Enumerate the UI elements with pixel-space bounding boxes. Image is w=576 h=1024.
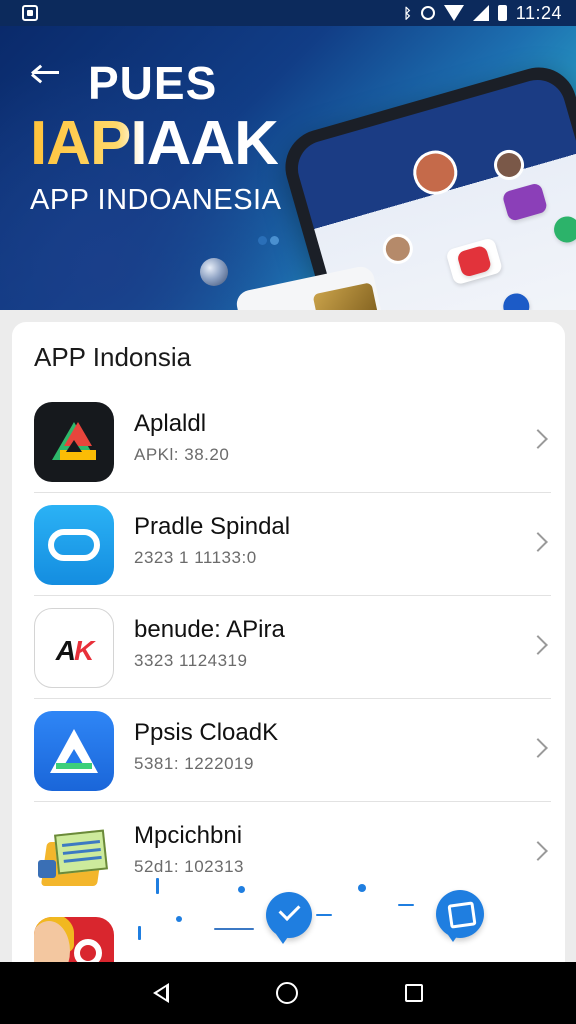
divider — [316, 914, 332, 916]
dot-decoration — [176, 916, 182, 922]
bluetooth-icon: ᛒ — [403, 5, 412, 21]
status-icons: ᛒ 11:24 — [403, 3, 562, 24]
navigation-bar — [0, 962, 576, 1024]
dot-decoration — [270, 236, 279, 245]
app-meta: 52d1: 102313 — [134, 857, 244, 876]
hero-banner: PUES IAPIAAK APP INDOANESIA — [0, 26, 576, 310]
app-name: Aplaldl — [134, 410, 207, 437]
list-item[interactable]: Pradle Spindal 2323 1 11133:0 — [12, 493, 565, 596]
folder-icon — [34, 814, 114, 894]
chevron-right-icon — [528, 429, 548, 449]
chevron-right-icon — [528, 532, 548, 552]
notification-icon — [22, 5, 38, 21]
status-bar: ᛒ 11:24 — [0, 0, 576, 26]
chat-bubble-icon[interactable] — [436, 890, 484, 938]
mock-card — [550, 213, 576, 246]
avatar — [379, 230, 417, 268]
orb-decoration — [200, 258, 228, 286]
nav-home-icon[interactable] — [275, 982, 298, 1004]
list-item[interactable]: Ppsis CloadK 5381: 1222019 — [12, 699, 565, 802]
app-name: Mpcichbni — [134, 822, 243, 849]
status-time: 11:24 — [515, 2, 562, 23]
alarm-icon — [420, 6, 435, 20]
signal-icon — [472, 5, 489, 21]
app-meta: 2323 1 11133:0 — [134, 548, 257, 567]
list-item[interactable]: Mpcichbni 52d1: 102313 — [12, 802, 565, 905]
app-meta: 3323 1124319 — [134, 651, 248, 670]
app-meta: APKl: 38.20 — [134, 445, 230, 464]
list-title: APP Indonsia — [34, 342, 192, 372]
dot-decoration — [238, 886, 245, 893]
battery-icon — [497, 5, 507, 21]
avatar — [408, 145, 463, 200]
wifi-icon — [443, 5, 464, 21]
phone-mockup-image — [276, 58, 576, 310]
check-chat-icon[interactable] — [266, 892, 312, 938]
ak-logo-icon: AK — [34, 608, 114, 688]
dot-decoration — [156, 878, 159, 894]
chevron-right-icon — [528, 738, 548, 758]
a-logo-icon — [34, 711, 114, 791]
mock-card — [500, 290, 533, 310]
hero-subtitle: APP INDOANESIA — [30, 184, 282, 216]
chevron-right-icon — [528, 635, 548, 655]
nav-back-icon[interactable] — [153, 983, 170, 1003]
divider — [398, 904, 414, 906]
chevron-right-icon — [528, 841, 548, 861]
cloud-icon — [34, 505, 114, 585]
avatar — [490, 146, 528, 184]
app-list-card: APP Indonsia Aplaldl APKl: 38.20 Pradle … — [12, 322, 565, 982]
divider — [214, 928, 254, 930]
app-name: benude: APira — [134, 616, 285, 643]
list-item[interactable]: AK benude: APira 3323 1124319 — [12, 596, 565, 699]
hero-title: PUES — [88, 57, 218, 109]
mock-card — [501, 182, 549, 222]
nav-recents-icon[interactable] — [404, 984, 423, 1002]
dot-decoration — [358, 884, 366, 892]
app-name: Pradle Spindal — [134, 513, 291, 540]
drive-icon — [34, 402, 114, 482]
back-arrow-icon[interactable] — [30, 60, 60, 84]
app-name: Ppsis CloadK — [134, 719, 279, 746]
app-meta: 5381: 1222019 — [134, 754, 254, 773]
bubble-tail — [446, 932, 460, 942]
dot-decoration — [138, 926, 141, 940]
bubble-tail — [276, 934, 290, 944]
list-item[interactable]: Aplaldl APKl: 38.20 — [12, 390, 565, 493]
dot-decoration — [258, 236, 267, 245]
hero-brand: IAPIAAK — [30, 109, 279, 178]
